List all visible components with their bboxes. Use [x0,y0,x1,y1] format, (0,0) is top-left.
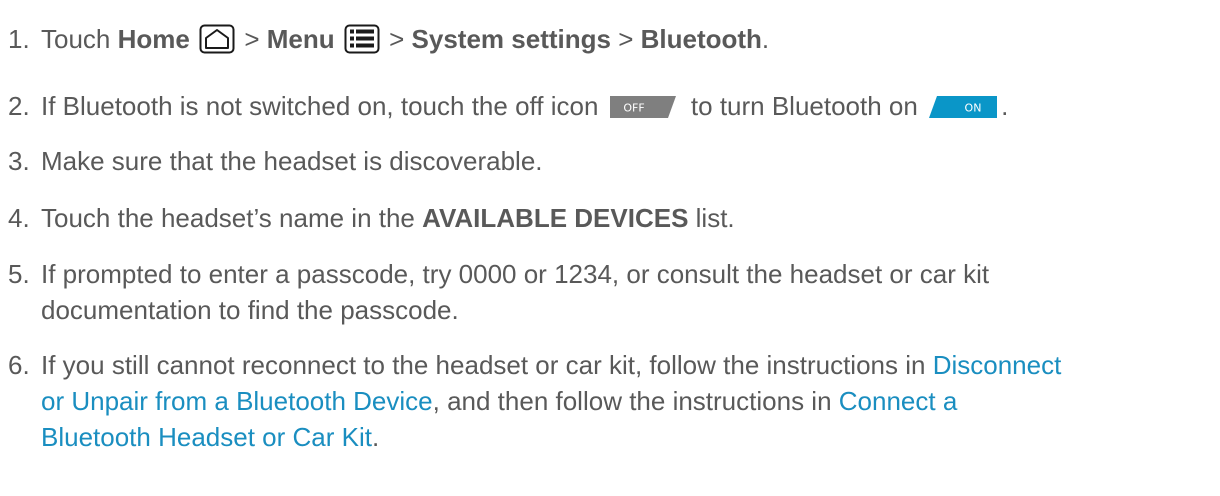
step-text-line: documentation to find the passcode. [41,295,459,325]
separator: > [618,24,634,54]
disconnect-unpair-link[interactable]: Disconnect [933,350,1062,380]
on-toggle-label: ON [965,102,982,115]
instruction-steps: 1. Touch Home > Menu > System settings >… [0,0,1220,496]
step-text: If Bluetooth is not switched on, touch t… [41,91,599,121]
separator: > [244,24,260,54]
available-devices-label: AVAILABLE DEVICES [422,203,689,233]
step-3: 3. Make sure that the headset is discove… [8,143,1208,179]
step-6: 6. If you still cannot reconnect to the … [8,347,1208,455]
step-number: 4. [8,203,30,233]
step-number: 1. [8,24,30,54]
off-toggle-icon: OFF [609,96,680,118]
connect-headset-link[interactable]: Bluetooth Headset or Car Kit [41,422,372,452]
step-text: Make sure that the headset is discoverab… [41,146,543,176]
menu-label: Menu [266,24,335,54]
step-number: 6. [8,350,30,380]
separator: > [389,24,405,54]
step-number: 5. [8,259,30,289]
period: . [761,24,770,54]
step-text: If you still cannot reconnect to the hea… [41,350,926,380]
step-4: 4. Touch the headset’s name in the AVAIL… [8,200,1208,236]
step-text: , and then follow the instructions in [432,386,832,416]
home-label: Home [117,24,190,54]
step-number: 3. [8,146,30,176]
period: . [371,422,380,452]
home-icon [199,24,235,63]
step-text: Touch [41,24,111,54]
step-text-line: If prompted to enter a passcode, try 000… [41,259,990,289]
menu-icon [344,24,380,63]
on-toggle-icon: ON [929,96,998,118]
step-1: 1. Touch Home > Menu > System settings >… [8,21,1208,63]
step-2: 2. If Bluetooth is not switched on, touc… [8,88,1208,124]
step-text: to turn Bluetooth on [690,91,918,121]
disconnect-unpair-link[interactable]: or Unpair from a Bluetooth Device [41,386,433,416]
system-settings-label: System settings [411,24,611,54]
bluetooth-label: Bluetooth [640,24,762,54]
connect-headset-link[interactable]: Connect a [839,386,958,416]
step-5: 5. If prompted to enter a passcode, try … [8,256,1208,328]
step-number: 2. [8,91,30,121]
period: . [1001,91,1009,121]
step-text: Touch the headset’s name in the [41,203,415,233]
off-toggle-label: OFF [623,102,644,115]
step-text: list. [695,203,735,233]
